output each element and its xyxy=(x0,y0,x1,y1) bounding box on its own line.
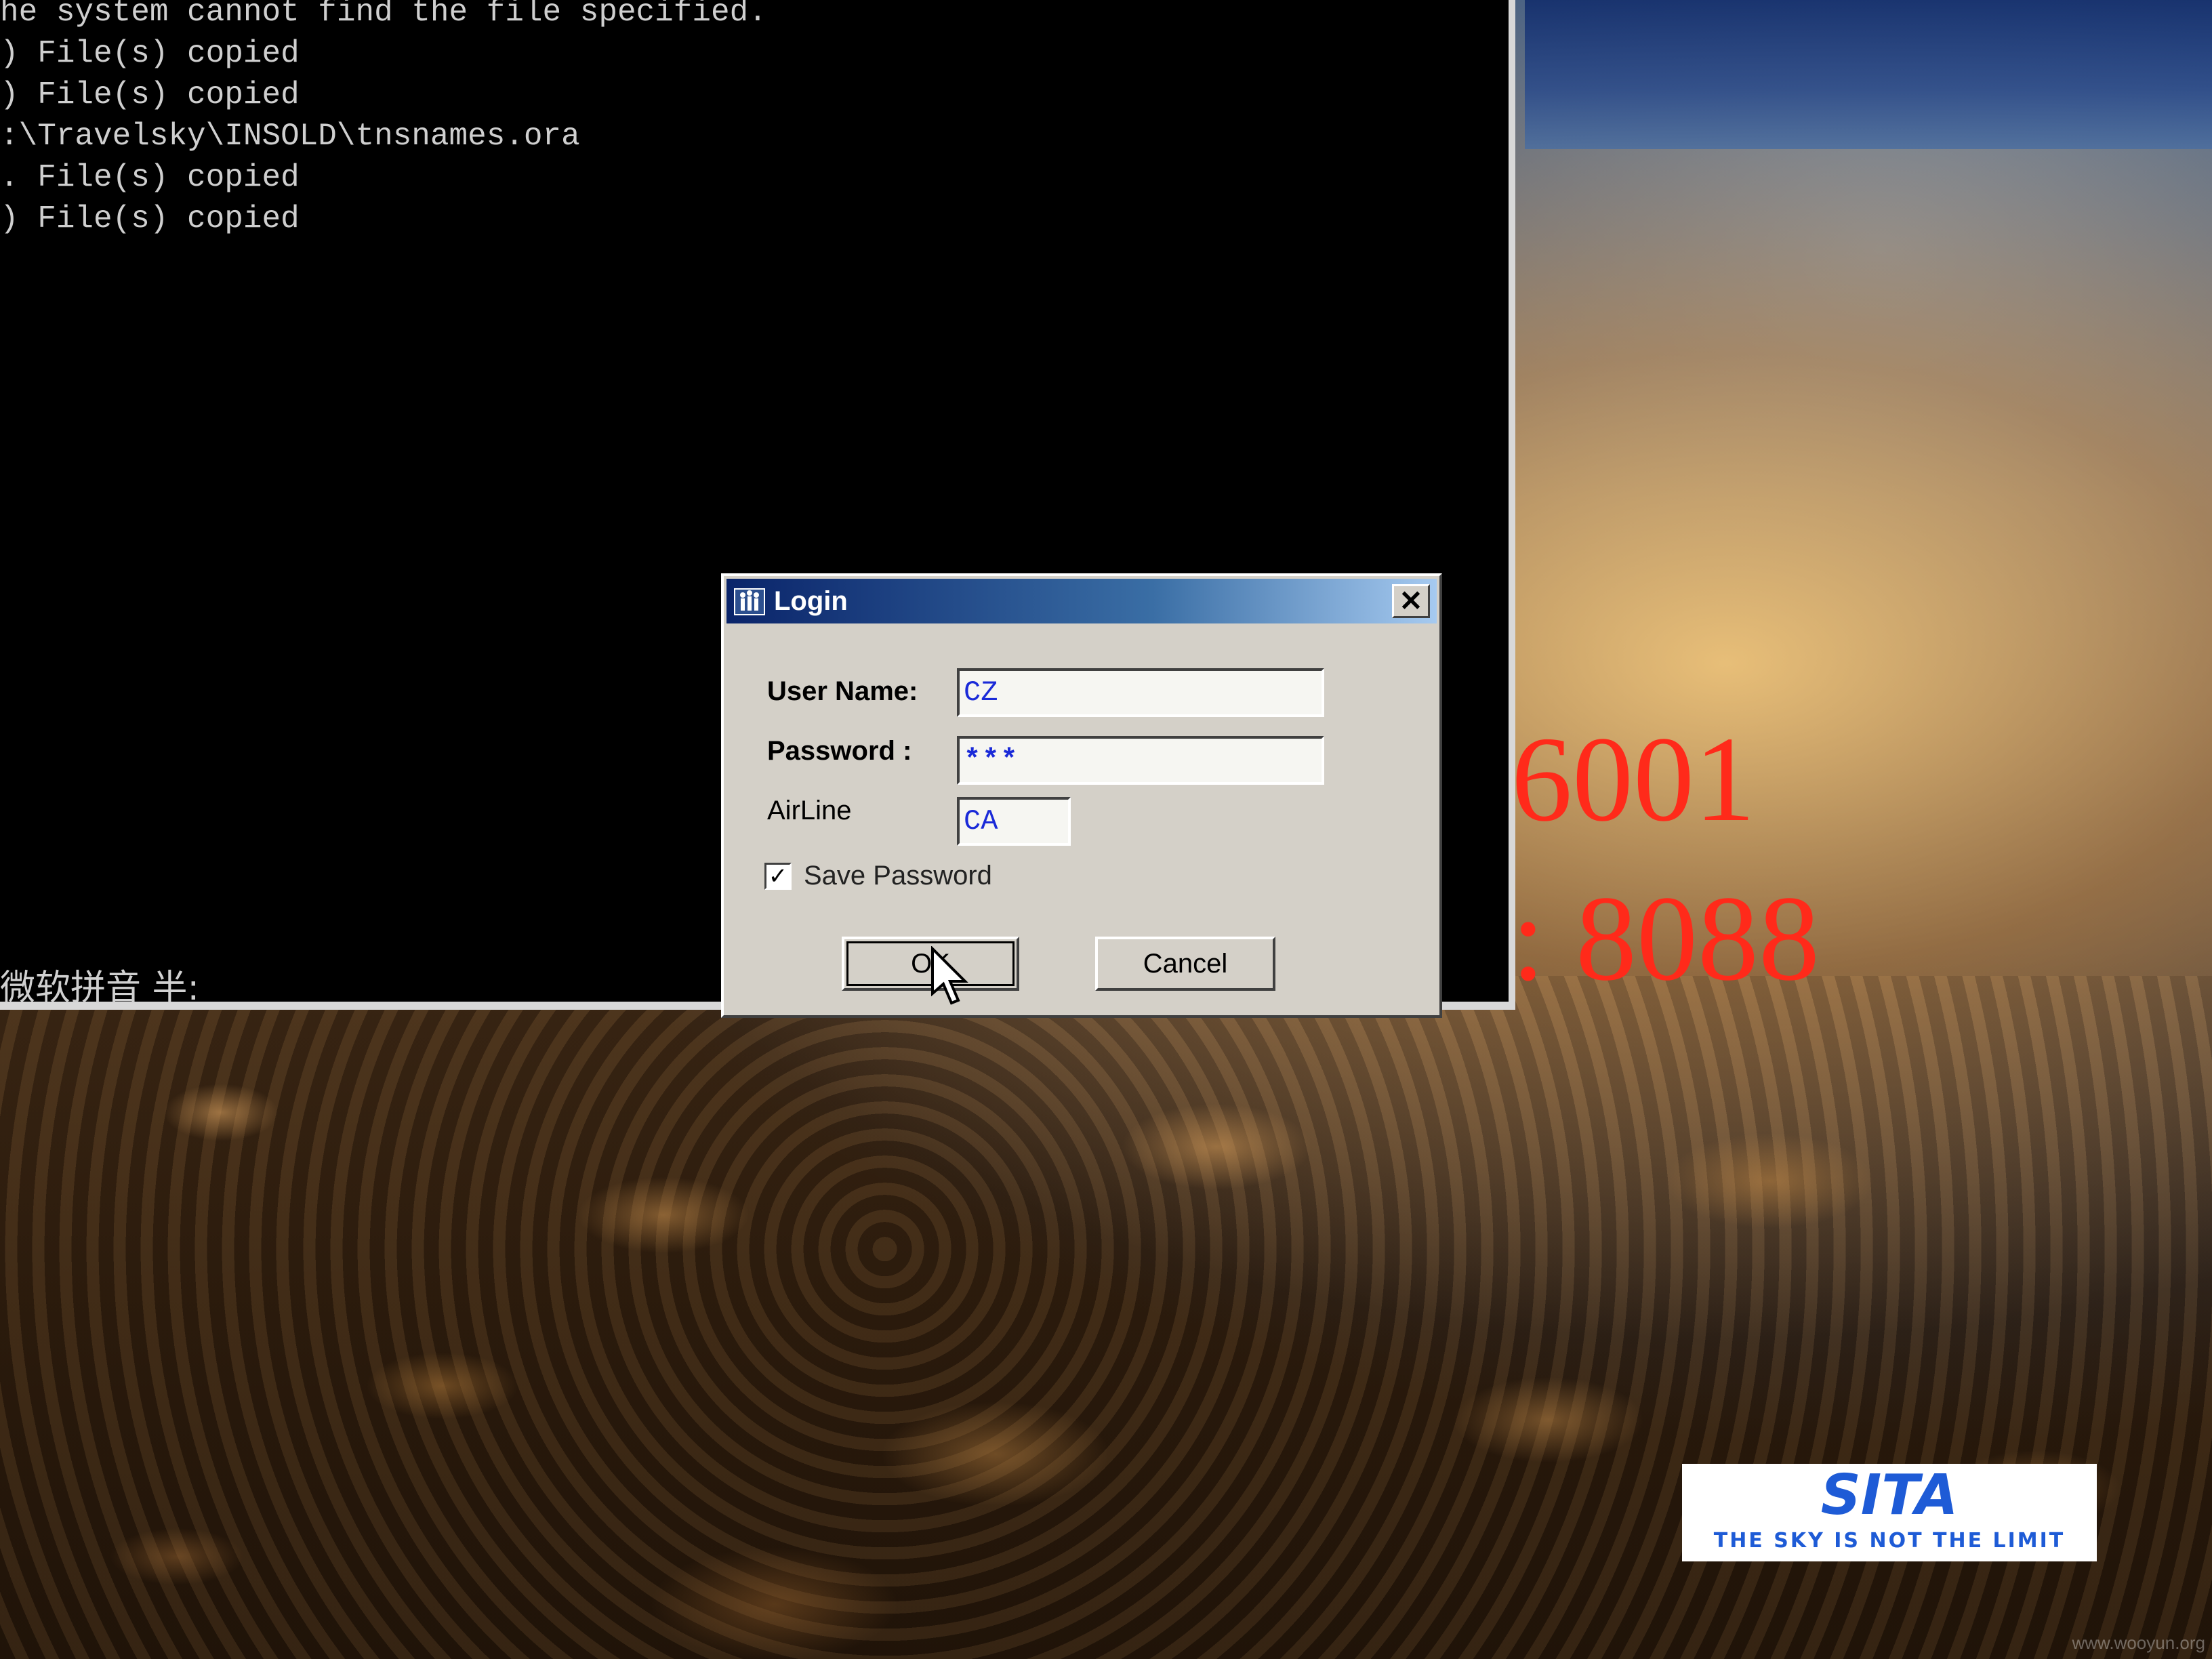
save-password-checkbox[interactable]: ✓ xyxy=(764,862,792,890)
user-name-label: User Name: xyxy=(767,676,918,706)
close-button[interactable]: ✕ xyxy=(1392,584,1430,618)
console-line: he system cannot find the file specified… xyxy=(0,0,767,30)
user-name-input[interactable]: CZ xyxy=(957,668,1324,717)
login-dialog: Login ✕ User Name: CZ Password : *** Air… xyxy=(721,573,1442,1018)
console-line: . File(s) copied xyxy=(0,160,300,195)
sky-band xyxy=(1525,0,2212,149)
ime-status: 微软拼音 半: xyxy=(0,968,200,1008)
password-label: Password : xyxy=(767,736,912,766)
airline-label: AirLine xyxy=(767,796,852,825)
save-password-row[interactable]: ✓ Save Password xyxy=(764,861,992,891)
console-line: ) File(s) copied xyxy=(0,36,300,71)
close-icon: ✕ xyxy=(1399,585,1423,617)
sita-brand: SITA xyxy=(1820,1463,1959,1528)
console-output: he system cannot find the file specified… xyxy=(0,0,767,240)
mouse-pointer-icon xyxy=(931,946,968,1005)
dialog-title: Login xyxy=(774,586,848,616)
app-people-icon xyxy=(732,583,767,619)
desktop-background: 6001 : 8088 he system cannot find the fi… xyxy=(0,0,2212,1659)
airline-input[interactable]: CA xyxy=(957,797,1071,846)
console-line: ) File(s) copied xyxy=(0,201,300,237)
sita-tagline: THE SKY IS NOT THE LIMIT xyxy=(1713,1529,2066,1553)
login-titlebar[interactable]: Login ✕ xyxy=(726,579,1437,623)
password-input[interactable]: *** xyxy=(957,736,1324,785)
console-line: :\Travelsky\INSOLD\tnsnames.ora xyxy=(0,119,580,154)
console-line: ) File(s) copied xyxy=(0,77,300,112)
save-password-label[interactable]: Save Password xyxy=(804,861,992,891)
checkmark-icon: ✓ xyxy=(768,863,788,889)
sita-logo: SITA THE SKY IS NOT THE LIMIT xyxy=(1682,1464,2097,1561)
port-number-2: : 8088 xyxy=(1511,871,1820,1006)
port-number-1: 6001 xyxy=(1511,712,1755,846)
cancel-button[interactable]: Cancel xyxy=(1095,937,1275,991)
watermark: www.wooyun.org xyxy=(2072,1633,2205,1653)
